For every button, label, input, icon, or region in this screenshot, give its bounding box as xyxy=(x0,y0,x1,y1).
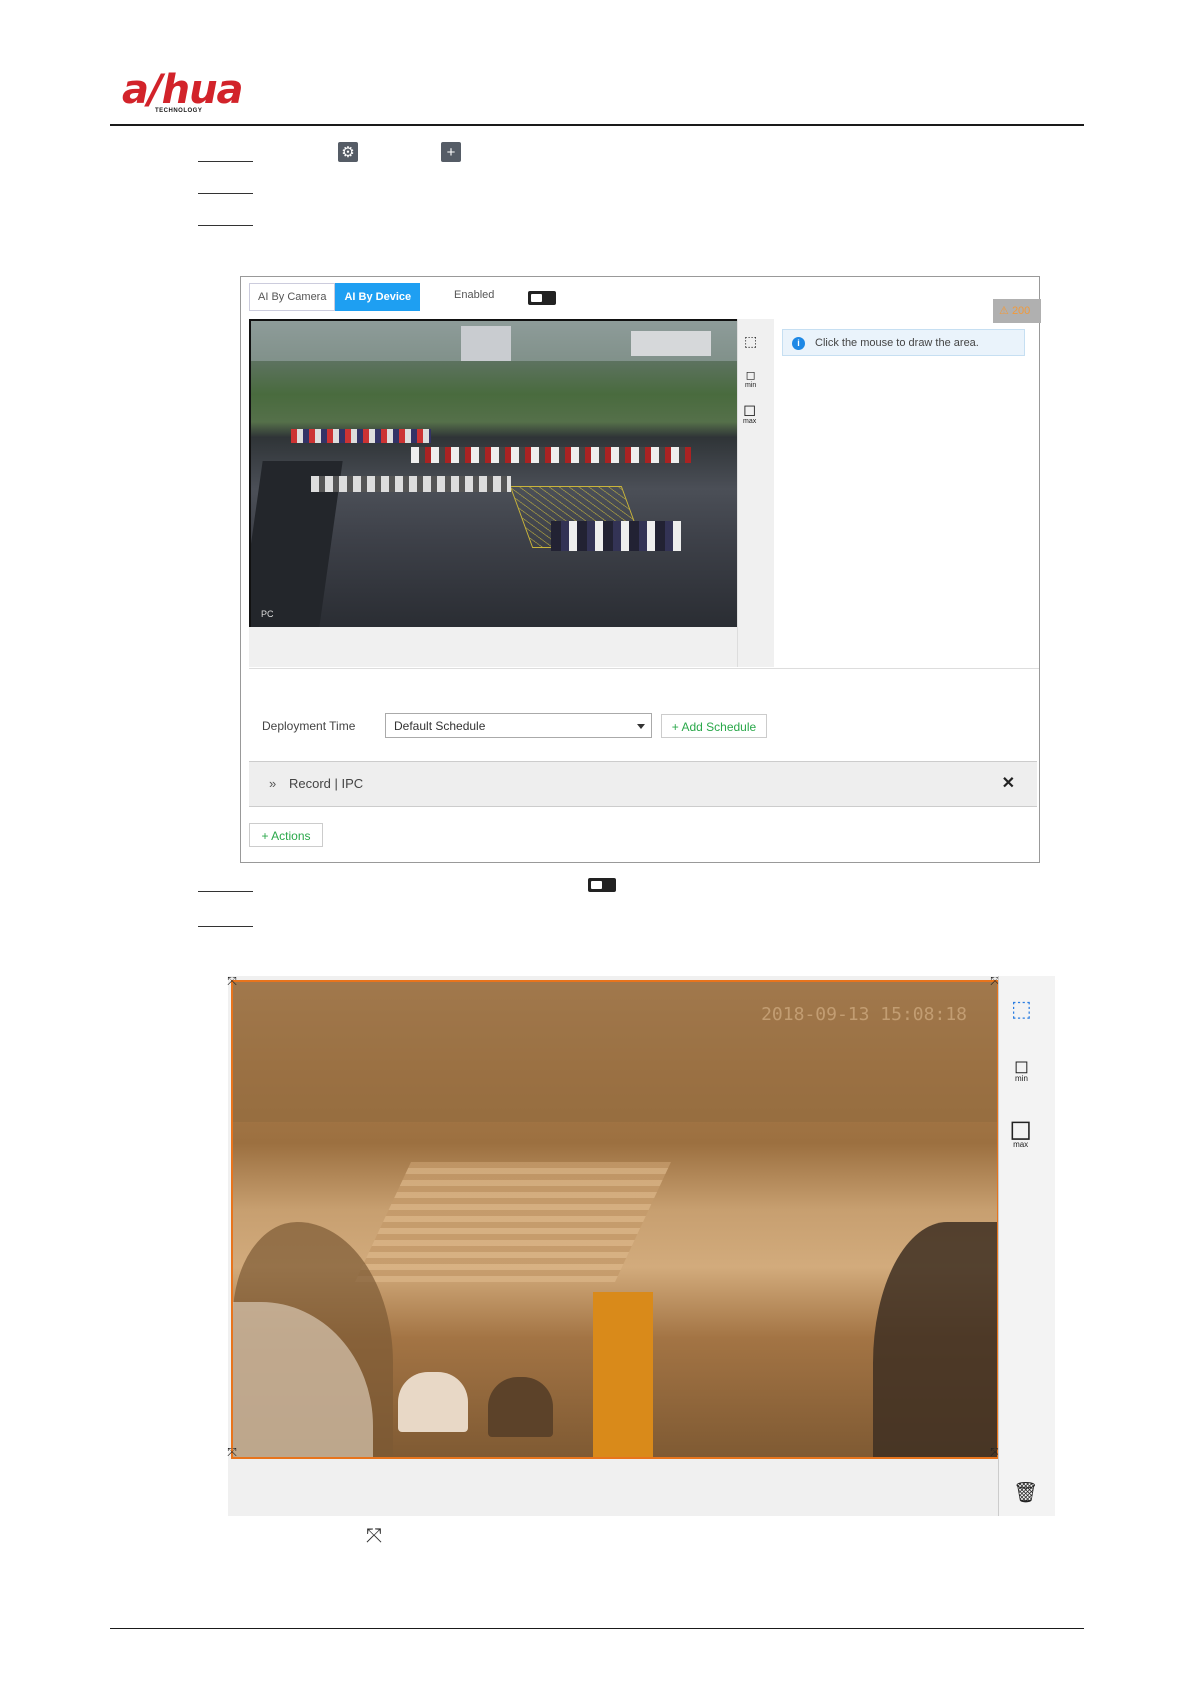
min-label: min xyxy=(1015,1074,1028,1083)
info-icon: i xyxy=(792,337,805,350)
building xyxy=(631,331,711,356)
plus-icon: + xyxy=(671,720,679,734)
resize-handle-icon[interactable]: ⤧ xyxy=(226,1446,238,1458)
min-size-icon[interactable]: ◻ min xyxy=(745,369,757,390)
min-label: min xyxy=(745,382,757,389)
record-action-row[interactable]: » Record | IPC ✕ xyxy=(249,761,1037,807)
schedule-select[interactable]: Default Schedule xyxy=(385,713,652,738)
video-preview[interactable]: PC xyxy=(249,319,741,629)
trash-icon[interactable]: 🗑 xyxy=(1013,1480,1038,1505)
warning-badge: ⚠ 200 xyxy=(993,299,1041,323)
crosswalk xyxy=(355,1162,671,1282)
tree-line xyxy=(233,982,997,1122)
step-marker xyxy=(198,193,253,194)
info-hint: i Click the mouse to draw the area. xyxy=(782,329,1025,356)
resize-handle-icon[interactable]: ⤧ xyxy=(226,975,238,987)
toggle-icon xyxy=(588,878,616,892)
building xyxy=(461,326,511,361)
plus-icon[interactable]: + xyxy=(441,142,461,162)
video-label: PC xyxy=(261,609,274,619)
draw-tools: ⬚ ◻ min ◻ max xyxy=(737,319,774,667)
car-row xyxy=(411,447,691,463)
tab-ai-by-device[interactable]: AI By Device xyxy=(335,283,421,311)
record-label: Record | IPC xyxy=(289,776,364,791)
add-actions-button[interactable]: + Actions xyxy=(249,823,323,847)
max-label: max xyxy=(1013,1140,1029,1149)
close-icon[interactable]: ✕ xyxy=(1002,762,1015,806)
add-schedule-button[interactable]: + Add Schedule xyxy=(661,714,767,738)
step-marker xyxy=(198,225,253,226)
car xyxy=(488,1377,553,1437)
car xyxy=(398,1372,468,1432)
double-chevron-icon[interactable]: » xyxy=(269,762,276,806)
gear-icon[interactable]: ⚙ xyxy=(338,142,358,162)
ai-mode-tabs: AI By Camera AI By Device xyxy=(249,283,421,311)
detection-area-preview[interactable]: 2018-09-13 15:08:18 xyxy=(231,980,999,1459)
max-size-icon[interactable]: ◻ max xyxy=(1009,1115,1032,1150)
header-rule xyxy=(110,124,1084,126)
warning-count: 200 xyxy=(1011,305,1031,317)
logo-subtitle: TECHNOLOGY xyxy=(155,108,203,114)
ai-config-panel: AI By Camera AI By Device Enabled ⚠ 200 … xyxy=(240,276,1041,863)
car-row xyxy=(291,429,431,443)
car-row xyxy=(551,521,681,551)
step-marker xyxy=(198,161,253,162)
video-timestamp: 2018-09-13 15:08:18 xyxy=(761,1004,967,1025)
add-schedule-label: Add Schedule xyxy=(681,720,757,734)
enabled-label: Enabled xyxy=(454,289,495,301)
crane-vehicle xyxy=(593,1292,653,1457)
tab-ai-by-camera[interactable]: AI By Camera xyxy=(249,283,336,311)
schedule-value: Default Schedule xyxy=(394,719,486,733)
max-size-icon[interactable]: ◻ max xyxy=(743,403,757,426)
divider xyxy=(249,668,1039,669)
car-row xyxy=(311,476,511,492)
video-footer xyxy=(249,627,739,667)
deployment-time-label: Deployment Time xyxy=(262,719,356,733)
enabled-toggle[interactable] xyxy=(528,291,556,305)
camera-obstruction xyxy=(873,1222,997,1457)
step-marker xyxy=(198,926,253,927)
footer-rule xyxy=(110,1628,1084,1629)
min-size-icon[interactable]: ◻ min xyxy=(1014,1057,1029,1083)
chevron-down-icon xyxy=(637,724,645,729)
plus-icon: + xyxy=(261,829,269,843)
draw-tools-panel: ⬚ ◻ min ◻ max xyxy=(998,976,1055,1516)
info-text: Click the mouse to draw the area. xyxy=(815,337,979,349)
select-area-icon[interactable]: ⬚ xyxy=(744,334,757,348)
max-label: max xyxy=(743,418,757,425)
step-marker xyxy=(198,891,253,892)
expand-icon: ⤧ xyxy=(366,1525,382,1547)
warning-icon: ⚠ xyxy=(999,305,1009,317)
actions-label: Actions xyxy=(271,829,311,843)
dahua-logo: a/hua xyxy=(122,67,244,113)
select-area-icon[interactable]: ⬚ xyxy=(1011,998,1032,1020)
